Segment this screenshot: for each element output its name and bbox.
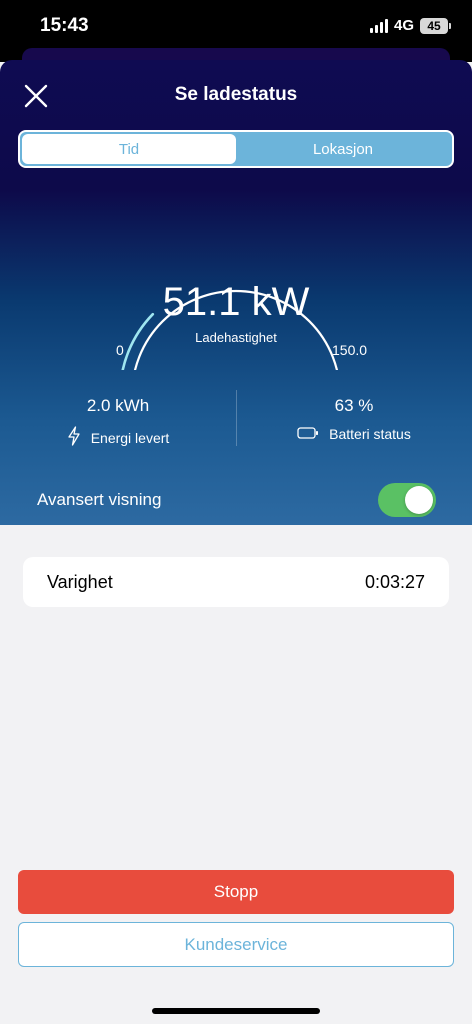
- toggle-knob: [405, 486, 433, 514]
- energy-delivered-stat: 2.0 kWh Energi levert: [0, 396, 236, 449]
- stop-button[interactable]: Stopp: [18, 870, 454, 914]
- energy-delivered-value: 2.0 kWh: [86, 396, 150, 415]
- tab-segmented-control: Tid Lokasjon: [18, 130, 454, 168]
- tab-tid[interactable]: Tid: [22, 134, 236, 164]
- battery-status-label: Batteri status: [329, 426, 411, 442]
- battery-status-value: 63 %: [334, 396, 374, 415]
- energy-delivered-label: Energi levert: [90, 429, 170, 446]
- home-indicator: [152, 1008, 320, 1014]
- duration-value: 0:03:27: [364, 571, 425, 592]
- duration-card: Varighet 0:03:27: [23, 557, 449, 607]
- charging-speed-label: Ladehastighet: [195, 330, 277, 345]
- network-type: 4G: [393, 17, 414, 34]
- battery-icon: [297, 426, 319, 442]
- page-title: Se ladestatus: [174, 84, 298, 105]
- battery-status-stat: 63 % Batteri status: [236, 396, 472, 442]
- lightning-icon: [67, 426, 81, 449]
- charging-status-panel: Se ladestatus Tid Lokasjon 51.1 kW Ladeh…: [0, 60, 472, 525]
- battery-level-icon: 45: [420, 17, 451, 34]
- signal-icon: [369, 18, 388, 33]
- advanced-view-label: Avansert visning: [37, 490, 162, 509]
- gauge-max-label: 150.0: [332, 342, 368, 358]
- duration-label: Varighet: [47, 571, 113, 592]
- charging-speed-value: 51.1 kW: [162, 280, 310, 324]
- status-time: 15:43: [40, 15, 89, 36]
- customer-service-button[interactable]: Kundeservice: [18, 922, 454, 967]
- status-indicators: 4G 45: [369, 17, 451, 34]
- gauge-min-label: 0: [116, 342, 124, 358]
- tab-lokasjon[interactable]: Lokasjon: [236, 134, 450, 164]
- advanced-view-toggle[interactable]: [378, 483, 436, 517]
